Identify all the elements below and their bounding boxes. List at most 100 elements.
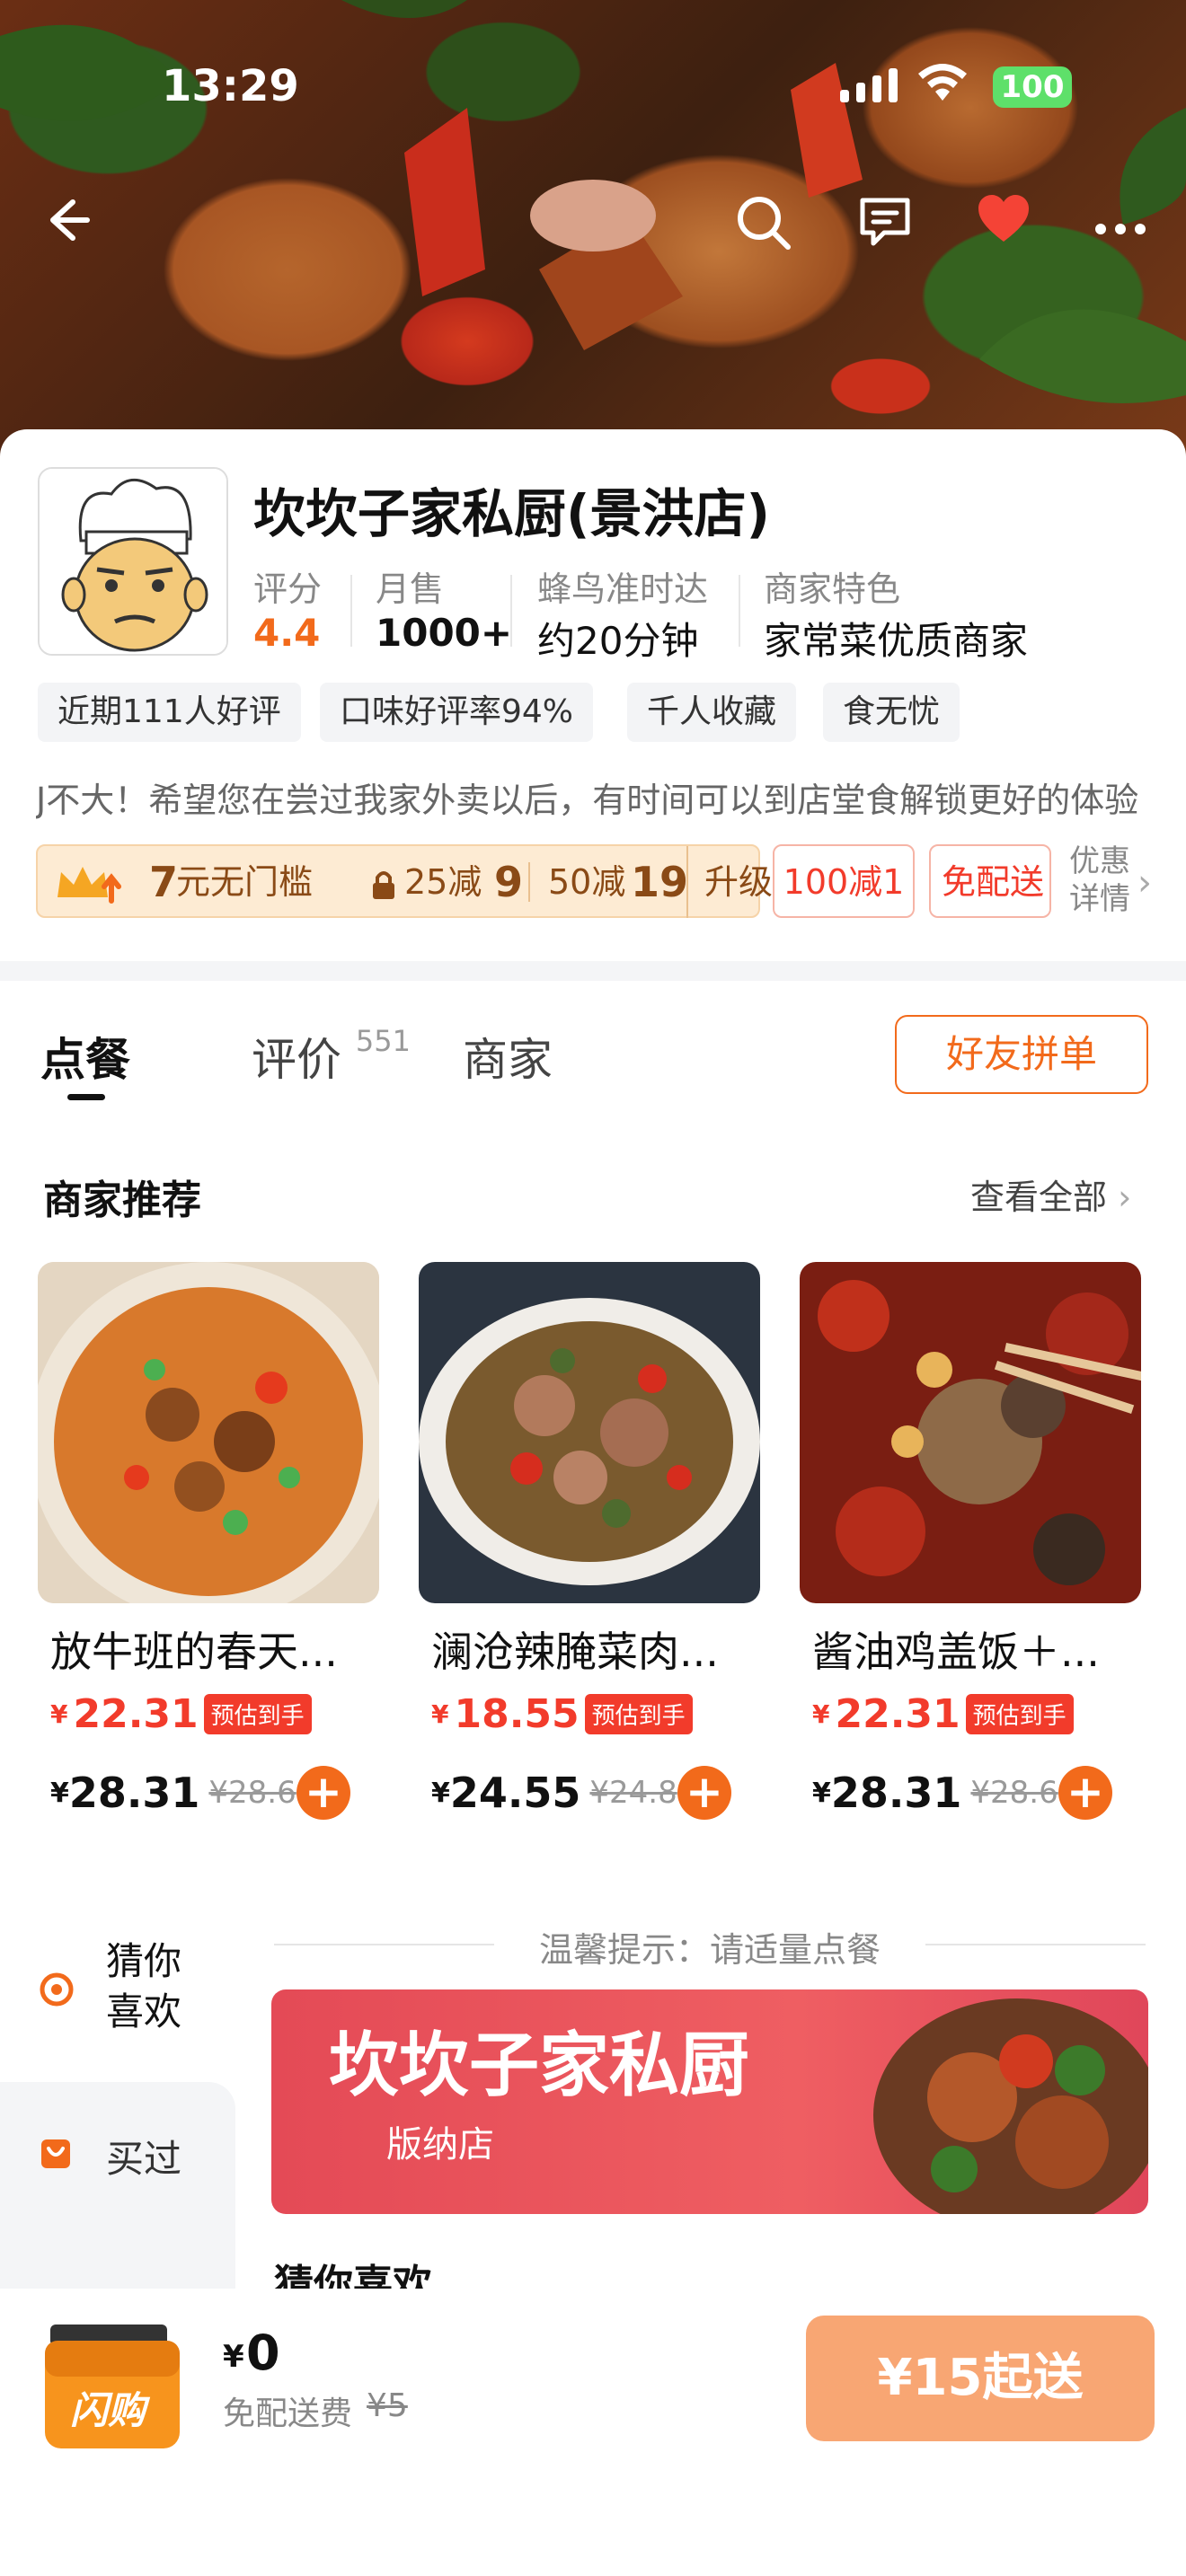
cart-bag-icon[interactable]: 闪购 xyxy=(38,2316,190,2463)
lock-icon xyxy=(370,846,397,918)
section-gap xyxy=(0,961,1186,981)
target-dot-icon xyxy=(40,1972,74,2010)
discount-badge[interactable]: 100减1 xyxy=(773,844,915,918)
promo-details-link[interactable]: 优惠 详情 xyxy=(1069,842,1130,918)
shop-tag[interactable]: 食无忧 xyxy=(823,683,960,742)
shop-banner[interactable]: 坎坎子家私厨 版纳店 xyxy=(271,1989,1148,2214)
dish-card[interactable]: 放牛班的春天... ¥ 22.31 预估到手 ¥ 28.31 ¥28.6 + xyxy=(38,1262,379,1822)
see-all-link[interactable]: 查看全部 › xyxy=(970,1169,1131,1219)
currency-symbol: ¥ xyxy=(812,1777,831,1809)
original-price: ¥24.8 xyxy=(589,1775,677,1811)
dish-card[interactable]: 酱油鸡盖饭＋... ¥ 22.31 预估到手 ¥ 28.31 ¥28.6 + xyxy=(800,1262,1141,1822)
recommend-title: 商家推荐 xyxy=(43,1178,201,1223)
heart-icon[interactable] xyxy=(972,193,1035,256)
add-to-cart-button[interactable]: + xyxy=(1058,1766,1112,1820)
tab-merchant[interactable]: 商家 xyxy=(463,1024,553,1089)
currency-symbol: ¥ xyxy=(223,2339,244,2375)
dish-name: 酱油鸡盖饭＋... xyxy=(812,1628,1100,1676)
shop-logo xyxy=(38,467,228,656)
currency-symbol: ¥ xyxy=(431,1699,449,1729)
dish-price: 28.31 xyxy=(830,1769,962,1817)
banner-title: 坎坎子家私厨 xyxy=(329,2025,750,2106)
delivery-time-label: 蜂鸟准时达 xyxy=(537,569,709,609)
status-time: 13:29 xyxy=(162,61,299,111)
upgrade-button[interactable]: 升级 xyxy=(686,846,773,918)
price-row: ¥ 28.31 ¥28.6 + xyxy=(38,1764,379,1822)
group-order-button[interactable]: 好友拼单 xyxy=(895,1015,1148,1094)
divider xyxy=(528,862,530,902)
price-row: ¥ 24.55 ¥24.8 + xyxy=(419,1764,760,1822)
dish-price: 28.31 xyxy=(68,1769,200,1817)
shop-tag[interactable]: 口味好评率94% xyxy=(320,683,594,742)
estimated-price-value: 22.31 xyxy=(835,1691,960,1737)
coupon-50-label: 50减 xyxy=(548,862,626,902)
signal-icon xyxy=(840,68,898,102)
sidebar-item-label: 买过 xyxy=(106,2137,182,2181)
coupon-25-label: 25减 xyxy=(404,862,482,902)
cart-bar: 闪购 ¥ 0 免配送费 ¥5 ¥15起送 xyxy=(0,2289,1186,2576)
section-heading-partial: 猜你喜欢 xyxy=(274,2262,432,2289)
original-price: ¥28.6 xyxy=(208,1775,296,1811)
divider xyxy=(510,575,512,647)
chevron-right-icon: › xyxy=(1118,1178,1132,1217)
search-icon[interactable] xyxy=(732,193,795,256)
dish-image xyxy=(419,1262,760,1603)
shop-tag[interactable]: 近期111人好评 xyxy=(38,683,301,742)
shop-notice[interactable]: J不大！希望您在尝过我家外卖以后，有时间可以到店堂食解锁更好的体验 xyxy=(36,772,1150,822)
tab-reviews[interactable]: 评价 551 xyxy=(252,1024,411,1089)
currency-symbol: ¥ xyxy=(50,1699,68,1729)
rating-label: 评分 xyxy=(253,569,323,609)
delivery-fee-label: 免配送费 xyxy=(223,2395,353,2432)
currency-symbol: ¥ xyxy=(812,1699,830,1729)
monthly-sales-label: 月售 xyxy=(376,569,445,609)
free-delivery-badge[interactable]: 免配送 xyxy=(929,844,1051,918)
wifi-icon xyxy=(916,63,969,112)
currency-symbol: ¥ xyxy=(50,1777,69,1809)
shop-name: 坎坎子家私厨(景洪店) xyxy=(253,483,771,544)
sidebar-item-guess-you-like[interactable]: 猜你喜欢 xyxy=(0,1895,235,2075)
delivery-time-value: 约20分钟 xyxy=(537,619,699,663)
message-icon[interactable] xyxy=(854,193,916,256)
shop-tag[interactable]: 千人收藏 xyxy=(627,683,797,742)
dish-image xyxy=(800,1262,1141,1603)
delivery-fee-original: ¥5 xyxy=(367,2387,408,2424)
dish-price: 24.55 xyxy=(449,1769,581,1817)
cart-total: 0 xyxy=(246,2325,280,2381)
min-order-button[interactable]: ¥15起送 xyxy=(806,2316,1155,2441)
estimated-price: ¥ 22.31 预估到手 xyxy=(38,1691,379,1737)
status-bar: 13:29 100 xyxy=(0,0,1186,171)
coupon-50-value: 19 xyxy=(631,858,689,906)
battery-indicator: 100 xyxy=(993,66,1072,108)
promo-details-line2: 详情 xyxy=(1069,881,1130,917)
sidebar-item-label: 猜你喜欢 xyxy=(106,1939,182,2033)
estimated-price-value: 22.31 xyxy=(73,1691,199,1737)
vip-text: 元无门槛 xyxy=(176,862,314,902)
dish-name: 放牛班的春天... xyxy=(50,1628,338,1676)
price-row: ¥ 28.31 ¥28.6 + xyxy=(800,1764,1141,1822)
estimated-price-value: 18.55 xyxy=(454,1691,580,1737)
vip-amount: 7 xyxy=(149,858,179,906)
dish-card[interactable]: 澜沧辣腌菜肉... ¥ 18.55 预估到手 ¥ 24.55 ¥24.8 + xyxy=(419,1262,760,1822)
add-to-cart-button[interactable]: + xyxy=(677,1766,731,1820)
sidebar-item-bought[interactable]: 买过 xyxy=(0,2082,235,2289)
divider xyxy=(739,575,740,647)
more-icon[interactable] xyxy=(1089,193,1152,256)
monthly-sales-value: 1000+ xyxy=(376,611,513,655)
estimated-badge: 预估到手 xyxy=(203,1694,312,1734)
promo-details-line1: 优惠 xyxy=(1069,843,1130,879)
tab-order[interactable]: 点餐 xyxy=(40,1024,130,1089)
review-count: 551 xyxy=(355,1024,411,1058)
chevron-right-icon: › xyxy=(1137,862,1152,904)
crown-icon xyxy=(54,859,126,931)
estimated-price: ¥ 22.31 预估到手 xyxy=(800,1691,1141,1737)
estimated-badge: 预估到手 xyxy=(584,1694,693,1734)
vip-coupon-bar[interactable]: 7 元无门槛 25减 9 50减 19 升级 xyxy=(36,844,773,918)
add-to-cart-button[interactable]: + xyxy=(296,1766,350,1820)
banner-subtitle: 版纳店 xyxy=(386,2124,494,2166)
tab-reviews-label: 评价 xyxy=(252,1034,341,1086)
order-tip: 温馨提示：请适量点餐 xyxy=(538,1930,881,1970)
back-arrow-icon[interactable] xyxy=(32,193,95,256)
bag-icon xyxy=(40,2138,72,2174)
divider xyxy=(350,575,352,647)
active-tab-indicator xyxy=(67,1094,105,1100)
